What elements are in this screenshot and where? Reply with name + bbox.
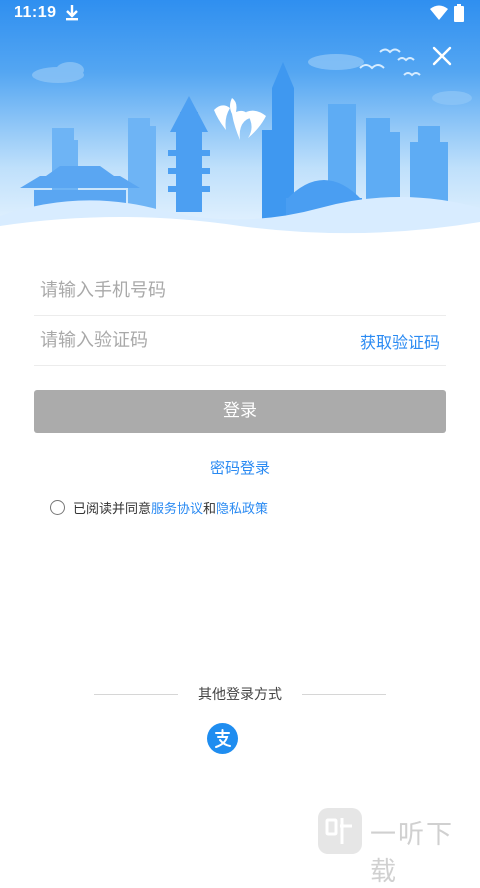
password-login-row: 密码登录 [0,457,480,478]
get-code-button[interactable]: 获取验证码 [360,329,440,353]
close-icon [432,46,452,66]
status-bar: 11:19 [0,0,480,28]
wifi-icon [430,5,448,20]
verification-code-field: 获取验证码 [34,315,446,366]
divider-right [302,694,386,695]
agreement-joiner: 和 [203,501,217,517]
watermark-text: 一听下载 [370,820,455,887]
phone-input[interactable] [40,273,340,307]
alipay-login-button[interactable] [207,723,238,754]
city-skyline-illustration [0,48,480,240]
phone-field [34,265,446,316]
watermark: 一听下载 [318,808,480,887]
login-button[interactable]: 登录 [34,390,446,433]
password-login-link[interactable]: 密码登录 [210,459,270,477]
close-button[interactable] [428,42,456,70]
other-login-title: 其他登录方式 [198,687,282,703]
agreement-prefix: 已阅读并同意 [73,501,152,517]
status-time: 11:19 [14,4,57,21]
header-banner [0,0,480,240]
agreement-checkbox[interactable] [50,499,65,515]
agreement-row: 已阅读并同意 服务协议 和 隐私政策 [50,497,268,517]
battery-icon [454,4,464,22]
privacy-policy-link[interactable]: 隐私政策 [216,498,268,517]
alipay-icon [215,729,231,748]
watermark-logo-icon [318,808,362,854]
download-icon [66,5,78,21]
verification-code-input[interactable] [40,323,340,357]
other-login-section: 其他登录方式 [0,684,480,706]
service-agreement-link[interactable]: 服务协议 [151,498,203,517]
